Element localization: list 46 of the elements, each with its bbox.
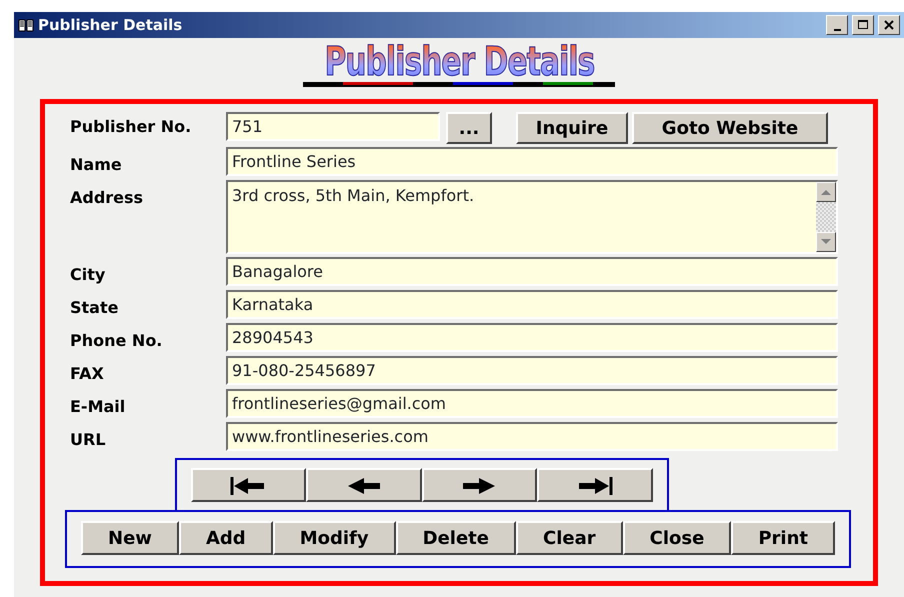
action-button[interactable]: Add: [178, 521, 273, 555]
down-triangle-icon: [821, 239, 831, 245]
first-button[interactable]: [190, 468, 306, 502]
input-field[interactable]: 91-080-25456897: [226, 356, 838, 385]
field-label: Publisher No.: [70, 116, 192, 138]
field-label: FAX: [70, 363, 105, 385]
input-field[interactable]: Banagalore: [226, 257, 838, 286]
up-triangle-icon: [821, 189, 831, 195]
input-field[interactable]: frontlineseries@gmail.com: [226, 389, 838, 418]
address-field[interactable]: 3rd cross, 5th Main, Kempfort.: [226, 180, 838, 254]
scroll-up-button[interactable]: [816, 182, 836, 202]
scrollbar[interactable]: [816, 182, 836, 252]
browse-button[interactable]: ...: [446, 112, 492, 144]
minimize-button[interactable]: [826, 15, 848, 35]
close-button[interactable]: [878, 15, 900, 35]
input-field[interactable]: 751: [226, 112, 440, 141]
field-label: E-Mail: [70, 396, 126, 418]
previous-button[interactable]: [306, 468, 422, 502]
field-label: Phone No.: [70, 330, 164, 352]
action-button[interactable]: Goto Website: [632, 112, 828, 144]
address-text: 3rd cross, 5th Main, Kempfort.: [232, 185, 476, 207]
field-label: State: [70, 297, 120, 319]
window-title: Publisher Details: [38, 14, 182, 36]
input-field[interactable]: Frontline Series: [226, 147, 838, 176]
action-button[interactable]: Clear: [516, 521, 623, 555]
next-button[interactable]: [422, 468, 537, 502]
maximize-button[interactable]: [852, 15, 874, 35]
maximize-icon: [857, 19, 869, 31]
last-button[interactable]: [537, 468, 652, 502]
field-label: Address: [70, 187, 144, 209]
field-label: Name: [70, 154, 123, 176]
field-label: City: [70, 264, 106, 286]
action-button[interactable]: Modify: [272, 521, 396, 555]
input-field[interactable]: www.frontlineseries.com: [226, 422, 838, 451]
field-label: URL: [70, 429, 107, 451]
input-field[interactable]: 28904543: [226, 323, 838, 352]
minimize-icon: [834, 29, 840, 31]
input-field[interactable]: Karnataka: [226, 290, 838, 319]
scroll-down-button[interactable]: [816, 232, 836, 252]
action-button[interactable]: New: [81, 521, 179, 555]
book-icon: [18, 18, 34, 32]
action-button[interactable]: Print: [731, 521, 836, 555]
action-button[interactable]: Delete: [396, 521, 516, 555]
action-button[interactable]: Close: [622, 521, 732, 555]
close-icon: [883, 19, 895, 31]
action-button[interactable]: Inquire: [516, 112, 628, 144]
